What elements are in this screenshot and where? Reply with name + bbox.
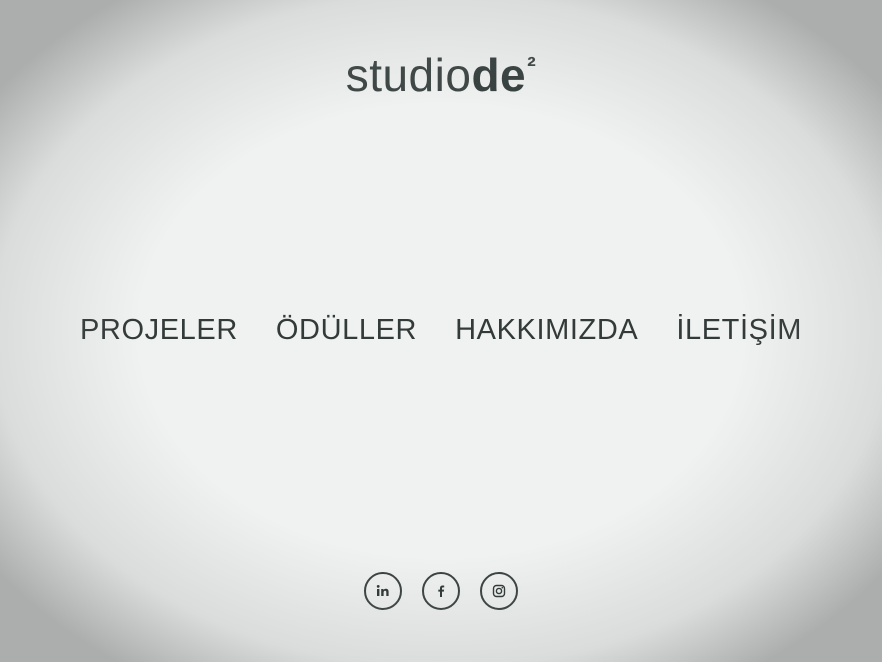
logo-text-light: studio [345,49,472,101]
instagram-icon [492,584,506,598]
facebook-button[interactable] [422,572,460,610]
linkedin-icon [376,585,389,596]
linkedin-button[interactable] [364,572,402,610]
logo-text-bold: de [471,49,527,101]
nav-item-hakkimizda[interactable]: HAKKIMIZDA [455,314,638,347]
instagram-button[interactable] [480,572,518,610]
site-logo[interactable]: studiode² [0,52,882,98]
nav-item-oduller[interactable]: ÖDÜLLER [276,314,417,347]
nav-item-projeler[interactable]: PROJELER [80,314,238,347]
nav-item-iletisim[interactable]: İLETİŞİM [676,314,802,347]
main-nav: PROJELER ÖDÜLLER HAKKIMIZDA İLETİŞİM [0,314,882,347]
page: studiode² PROJELER ÖDÜLLER HAKKIMIZDA İL… [0,0,882,662]
social-links [0,572,882,610]
facebook-icon [438,585,445,597]
logo-superscript: ² [527,51,537,81]
